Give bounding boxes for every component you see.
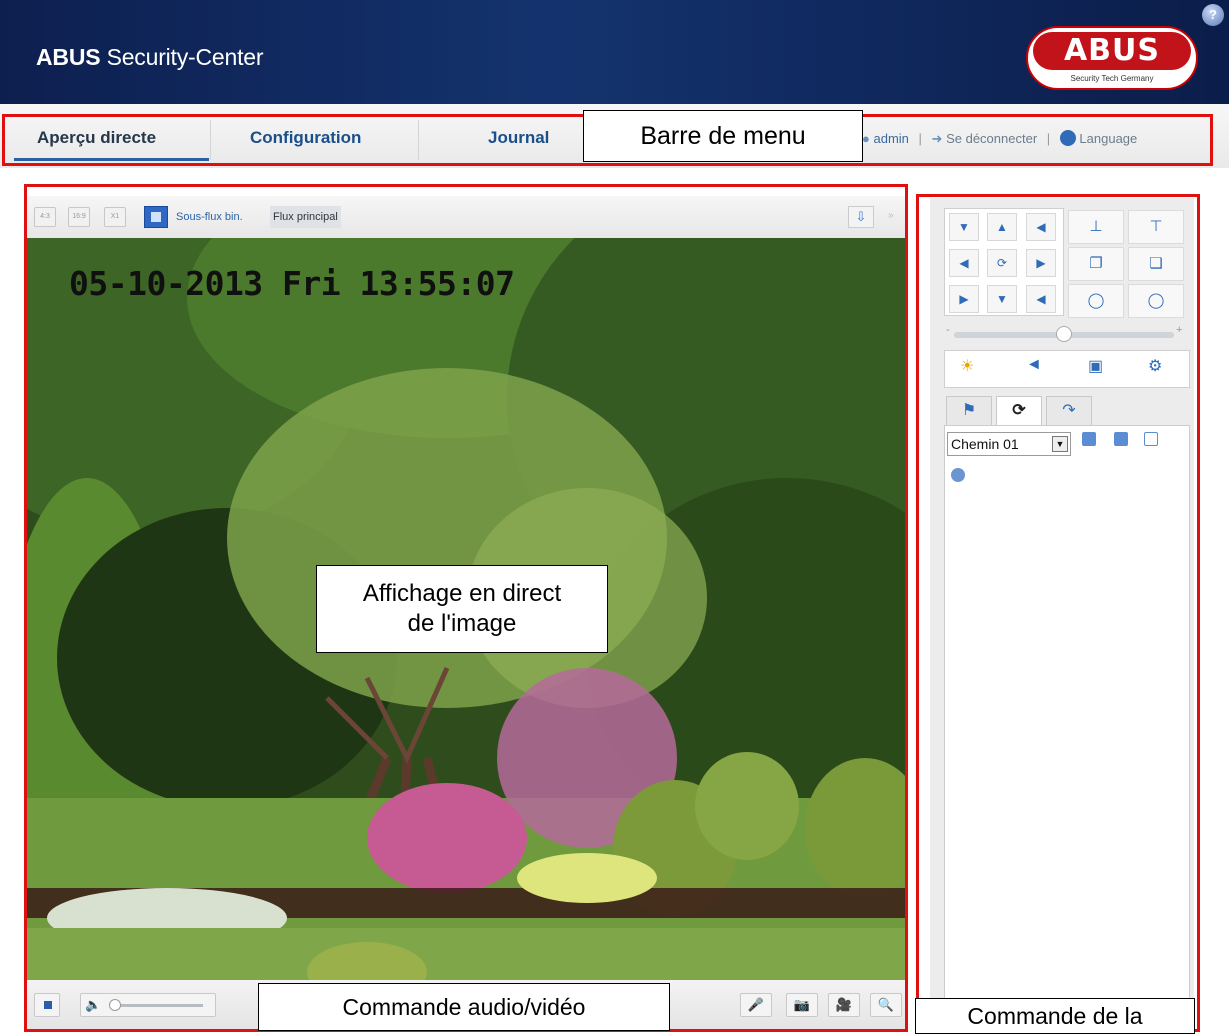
callout-live-line2: de l'image	[407, 610, 517, 637]
app-header: ABUS Security-Center ? ABUS Security Tec…	[0, 0, 1229, 104]
callout-live-line1: Affichage en direct	[362, 580, 562, 607]
annotation-frame-ptz	[916, 194, 1200, 1032]
abus-logo: ABUS Security Tech Germany	[1026, 26, 1198, 90]
callout-ptz-control: Commande de la	[915, 998, 1195, 1034]
callout-audio-video: Commande audio/vidéo	[258, 983, 670, 1031]
logo-wordmark: ABUS	[1033, 32, 1191, 70]
logo-tagline: Security Tech Germany	[1070, 74, 1154, 83]
help-icon[interactable]: ?	[1202, 4, 1224, 26]
app-title: ABUS Security-Center	[36, 44, 264, 70]
callout-live-view: Affichage en direct de l'image	[316, 565, 608, 653]
callout-menu-bar: Barre de menu	[583, 110, 863, 162]
